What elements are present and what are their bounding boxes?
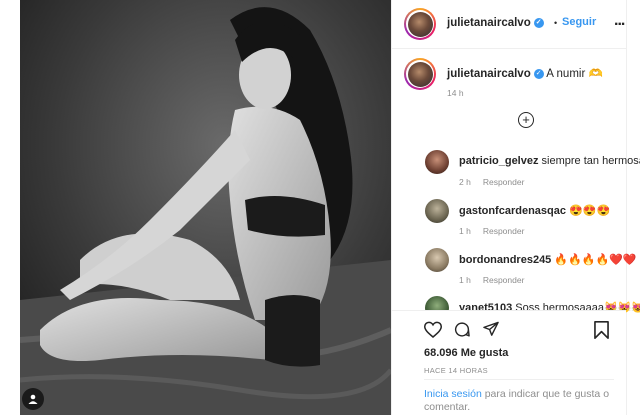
comment-meta: 1 h Responder xyxy=(459,226,536,236)
comment-meta: 2 h Responder xyxy=(459,177,536,187)
post-actions: 68.096 Me gusta HACE 14 HORAS Inicia ses… xyxy=(392,310,626,416)
comment-body: 🔥🔥🔥🔥❤️❤️ xyxy=(554,254,637,266)
share-icon[interactable] xyxy=(482,321,500,343)
caption-emoji: 🫶 xyxy=(588,68,603,80)
comment-item: gastonfcardenasqac 😍😍😍 1 h Responder xyxy=(392,199,626,239)
comment-username[interactable]: gastonfcardenasqac xyxy=(459,205,566,217)
post-header: julietanaircalvo ✓ • Seguir ... xyxy=(392,0,626,49)
verified-icon: ✓ xyxy=(533,68,544,79)
comment-meta: 1 h Responder xyxy=(459,275,536,285)
comment-username[interactable]: patricio_gelvez xyxy=(459,155,538,167)
comment-text: patricio_gelvez siempre tan hermosa xyxy=(459,155,640,167)
verified-icon: ✓ xyxy=(533,17,544,28)
heart-icon[interactable] xyxy=(423,321,443,343)
post-sidebar: julietanaircalvo ✓ • Seguir ... julietana… xyxy=(391,0,640,416)
commenter-avatar[interactable] xyxy=(425,199,449,223)
comment-body: siempre tan hermosa xyxy=(541,155,640,167)
more-options-icon[interactable]: ... xyxy=(614,12,625,30)
caption-avatar[interactable] xyxy=(404,58,436,90)
comment-text: bordonandres245 🔥🔥🔥🔥❤️❤️ xyxy=(459,253,637,266)
commenter-avatar[interactable] xyxy=(425,248,449,272)
reply-button[interactable]: Responder xyxy=(483,275,525,285)
comment-time: 1 h xyxy=(459,275,471,285)
caption-username[interactable]: julietanaircalvo xyxy=(447,68,531,80)
caption-line: julietanaircalvo ✓ A numir 🫶 xyxy=(447,66,603,80)
author-avatar[interactable] xyxy=(404,8,436,40)
load-more-comments-button[interactable]: + xyxy=(518,112,534,128)
likes-count[interactable]: 68.096 Me gusta xyxy=(424,347,508,359)
caption-text: A numir xyxy=(546,68,586,80)
follow-button[interactable]: Seguir xyxy=(562,16,596,28)
comment-item: bordonandres245 🔥🔥🔥🔥❤️❤️ 1 h Responder xyxy=(392,248,637,288)
comment-icon[interactable] xyxy=(453,321,471,343)
separator-dot: • xyxy=(554,18,558,28)
comment-time: 2 h xyxy=(459,177,471,187)
reply-button[interactable]: Responder xyxy=(483,177,525,187)
photo-image xyxy=(20,0,391,415)
login-link[interactable]: Inicia sesión xyxy=(424,388,482,400)
author-username[interactable]: julietanaircalvo ✓ xyxy=(447,17,544,29)
post-container: julietanaircalvo ✓ • Seguir ... julietana… xyxy=(20,0,640,416)
post-photo[interactable] xyxy=(20,0,391,415)
comment-time: 1 h xyxy=(459,226,471,236)
bookmark-icon[interactable] xyxy=(594,321,609,344)
commenter-avatar[interactable] xyxy=(425,150,449,174)
caption-time: 14 h xyxy=(447,88,464,98)
post-timestamp: HACE 14 HORAS xyxy=(424,366,488,375)
comment-item: patricio_gelvez siempre tan hermosa 2 h R… xyxy=(392,150,640,190)
comment-body: 😍😍😍 xyxy=(569,205,611,217)
reply-button[interactable]: Responder xyxy=(483,226,525,236)
comment-username[interactable]: bordonandres245 xyxy=(459,254,551,266)
login-prompt: Inicia sesión para indicar que te gusta … xyxy=(424,379,614,414)
comment-text: gastonfcardenasqac 😍😍😍 xyxy=(459,204,610,217)
tagged-user-icon[interactable] xyxy=(22,388,44,410)
